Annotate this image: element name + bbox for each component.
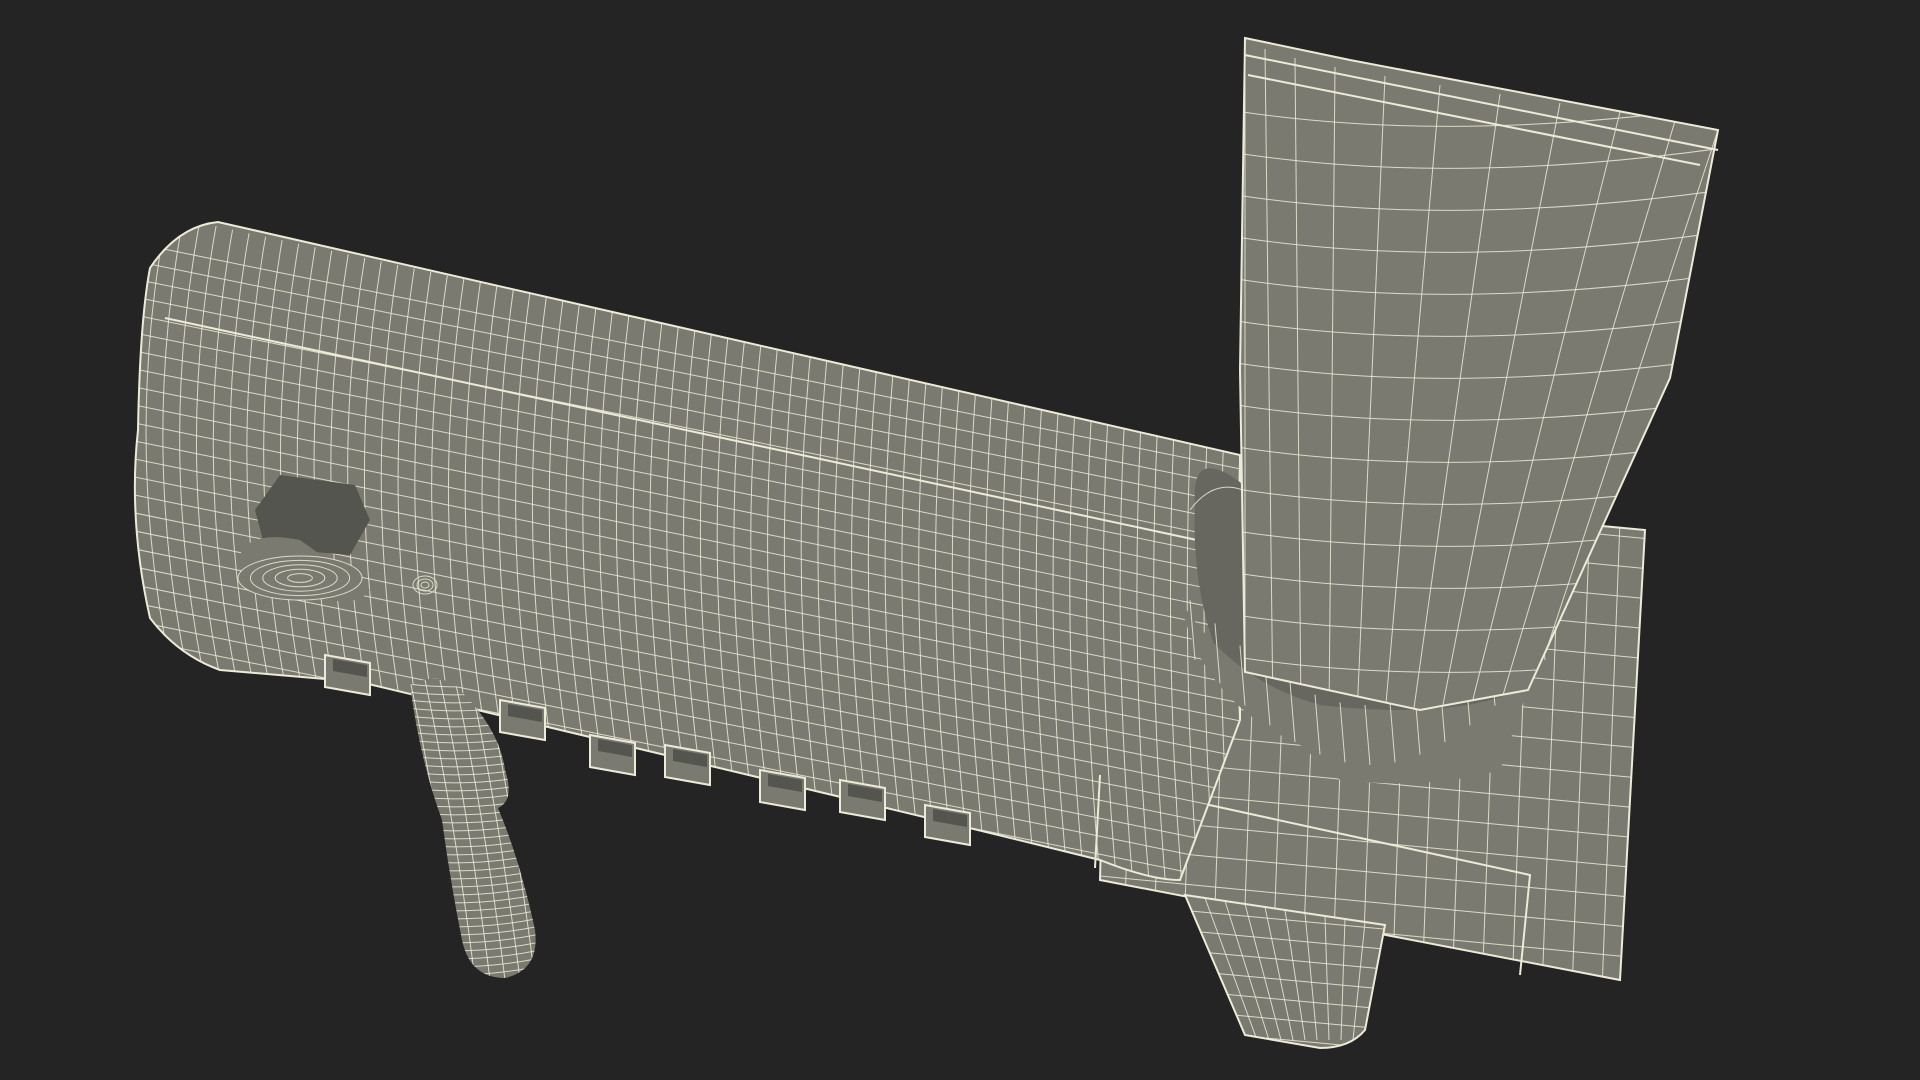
brush-wire-ring [410,972,536,978]
viewport-3d-wireframe: .surf{fill:#7a7a70;}.surf-shadow{fill:#6… [0,0,1920,1080]
wireframe-render: .surf{fill:#7a7a70;}.surf-shadow{fill:#6… [133,36,1720,1050]
holder-slot [664,743,711,787]
holder-slot [499,698,546,742]
holder-slot [324,653,371,697]
brush-wire-ring [400,981,545,991]
holder-slot [589,733,636,777]
holder-slot [924,803,971,847]
holder-slot [839,778,886,822]
brush-wire-ring [400,989,545,999]
toothpaste-tube [1180,36,1720,784]
holder-slot [759,768,806,812]
